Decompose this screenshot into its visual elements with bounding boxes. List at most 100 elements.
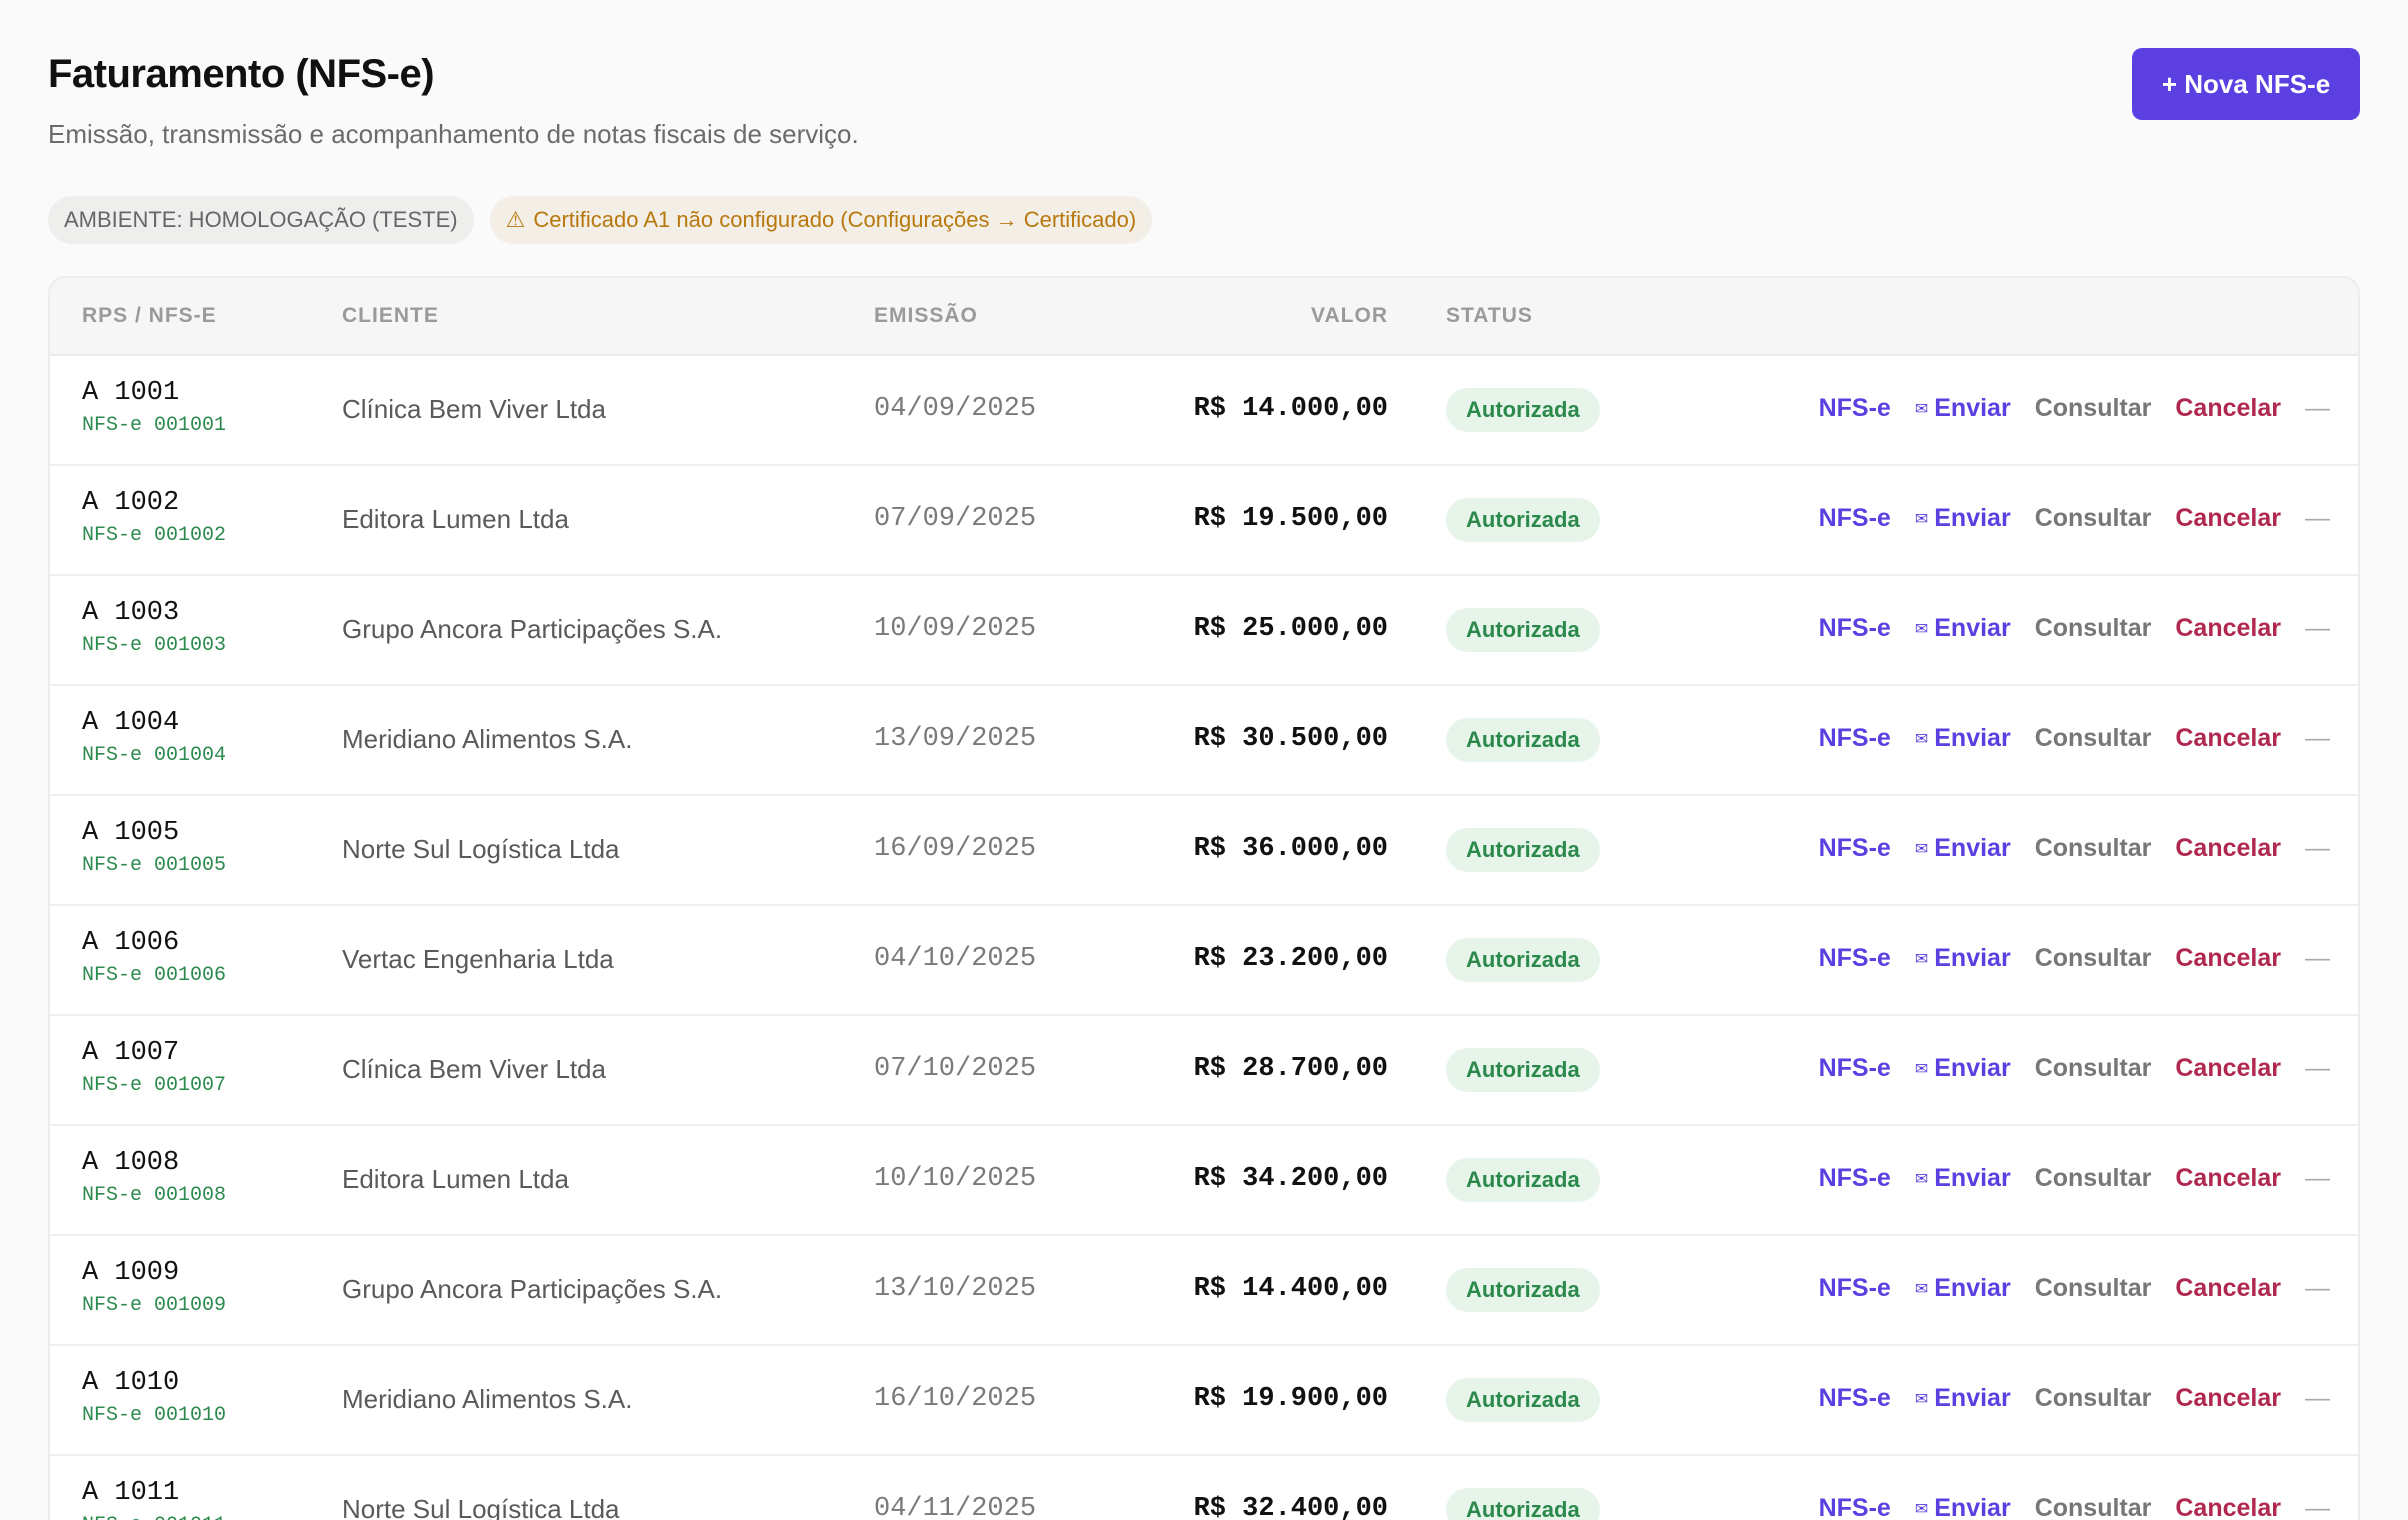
send-link[interactable]: ✉ Enviar [1915,1384,2011,1413]
consult-link[interactable]: Consultar [2035,504,2152,533]
more-icon[interactable]: — [2305,1384,2330,1413]
send-label: Enviar [1934,834,2011,862]
view-nfse-link[interactable]: NFS-e [1819,614,1891,643]
consult-link[interactable]: Consultar [2035,724,2152,753]
invoice-value: R$ 28.700,00 [1193,1054,1388,1084]
view-nfse-link[interactable]: NFS-e [1819,504,1891,533]
client-name: Clínica Bem Viver Ltda [342,1054,606,1084]
cancel-link[interactable]: Cancelar [2175,944,2281,973]
table-row[interactable]: A 1002 NFS-e 001002 Editora Lumen Ltda 0… [50,466,2358,576]
more-icon[interactable]: — [2305,1274,2330,1303]
row-actions: NFS-e ✉ Enviar Consultar Cancelar — [1819,504,2330,533]
more-icon[interactable]: — [2305,1494,2330,1520]
consult-link[interactable]: Consultar [2035,614,2152,643]
consult-link[interactable]: Consultar [2035,944,2152,973]
invoice-value: R$ 36.000,00 [1193,834,1388,864]
more-icon[interactable]: — [2305,394,2330,423]
mail-icon: ✉ [1914,400,1929,418]
cancel-link[interactable]: Cancelar [2175,504,2281,533]
table-row[interactable]: A 1009 NFS-e 001009 Grupo Ancora Partici… [50,1236,2358,1346]
status-badge: Autorizada [1446,1378,1600,1422]
more-icon[interactable]: — [2305,724,2330,753]
rps-number: A 1010 [82,1368,180,1398]
send-link[interactable]: ✉ Enviar [1915,504,2011,533]
view-nfse-link[interactable]: NFS-e [1819,394,1891,423]
row-actions: NFS-e ✉ Enviar Consultar Cancelar — [1819,834,2330,863]
more-icon[interactable]: — [2305,1164,2330,1193]
column-header-date[interactable]: EMISSÃO [874,304,978,328]
cancel-link[interactable]: Cancelar [2175,1054,2281,1083]
consult-link[interactable]: Consultar [2035,1274,2152,1303]
more-icon[interactable]: — [2305,834,2330,863]
table-row[interactable]: A 1011 NFS-e 001011 Norte Sul Logística … [50,1456,2358,1520]
rps-number: A 1006 [82,928,180,958]
table-row[interactable]: A 1001 NFS-e 001001 Clínica Bem Viver Lt… [50,356,2358,466]
send-link[interactable]: ✉ Enviar [1915,944,2011,973]
consult-link[interactable]: Consultar [2035,394,2152,423]
view-nfse-link[interactable]: NFS-e [1819,1384,1891,1413]
consult-link[interactable]: Consultar [2035,834,2152,863]
cancel-link[interactable]: Cancelar [2175,1274,2281,1303]
send-link[interactable]: ✉ Enviar [1915,1494,2011,1520]
cancel-link[interactable]: Cancelar [2175,1494,2281,1520]
send-link[interactable]: ✉ Enviar [1915,1274,2011,1303]
cancel-link[interactable]: Cancelar [2175,724,2281,753]
new-nfse-button[interactable]: + Nova NFS-e [2132,48,2360,120]
send-link[interactable]: ✉ Enviar [1915,834,2011,863]
column-header-client[interactable]: CLIENTE [342,304,439,328]
cancel-link[interactable]: Cancelar [2175,394,2281,423]
table-row[interactable]: A 1007 NFS-e 001007 Clínica Bem Viver Lt… [50,1016,2358,1126]
view-nfse-link[interactable]: NFS-e [1819,1164,1891,1193]
invoices-table: RPS / NFS-E CLIENTE EMISSÃO VALOR STATUS… [48,276,2360,1520]
table-row[interactable]: A 1008 NFS-e 001008 Editora Lumen Ltda 1… [50,1126,2358,1236]
rps-number: A 1001 [82,378,180,408]
rps-cell: A 1011 NFS-e 001011 [82,1478,226,1520]
consult-link[interactable]: Consultar [2035,1384,2152,1413]
send-link[interactable]: ✉ Enviar [1915,614,2011,643]
view-nfse-link[interactable]: NFS-e [1819,1054,1891,1083]
view-nfse-link[interactable]: NFS-e [1819,834,1891,863]
view-nfse-link[interactable]: NFS-e [1819,724,1891,753]
send-link[interactable]: ✉ Enviar [1915,1054,2011,1083]
mail-icon: ✉ [1914,620,1929,638]
certificate-warning-badge[interactable]: ⚠ Certificado A1 não configurado (Config… [489,196,1153,244]
status-badge: Autorizada [1446,1488,1600,1520]
consult-link[interactable]: Consultar [2035,1054,2152,1083]
column-header-status[interactable]: STATUS [1446,304,1533,328]
send-link[interactable]: ✉ Enviar [1915,1164,2011,1193]
cancel-link[interactable]: Cancelar [2175,1384,2281,1413]
table-row[interactable]: A 1005 NFS-e 001005 Norte Sul Logística … [50,796,2358,906]
more-icon[interactable]: — [2305,614,2330,643]
send-link[interactable]: ✉ Enviar [1915,394,2011,423]
consult-link[interactable]: Consultar [2035,1164,2152,1193]
column-header-value[interactable]: VALOR [1311,304,1388,328]
column-header-rps[interactable]: RPS / NFS-E [82,304,217,328]
status-badge: Autorizada [1446,1268,1600,1312]
rps-cell: A 1005 NFS-e 001005 [82,818,226,877]
nfse-number: NFS-e 001001 [82,414,227,437]
more-icon[interactable]: — [2305,504,2330,533]
view-nfse-link[interactable]: NFS-e [1819,1274,1891,1303]
invoice-value: R$ 14.400,00 [1193,1274,1388,1304]
row-actions: NFS-e ✉ Enviar Consultar Cancelar — [1819,944,2330,973]
nfse-number: NFS-e 001007 [82,1074,227,1097]
row-actions: NFS-e ✉ Enviar Consultar Cancelar — [1819,1494,2330,1520]
table-body: A 1001 NFS-e 001001 Clínica Bem Viver Lt… [50,356,2358,1520]
table-row[interactable]: A 1006 NFS-e 001006 Vertac Engenharia Lt… [50,906,2358,1016]
issue-date: 10/10/2025 [874,1164,1037,1194]
page-subtitle: Emissão, transmissão e acompanhamento de… [48,119,859,149]
table-row[interactable]: A 1010 NFS-e 001010 Meridiano Alimentos … [50,1346,2358,1456]
cancel-link[interactable]: Cancelar [2175,834,2281,863]
table-row[interactable]: A 1004 NFS-e 001004 Meridiano Alimentos … [50,686,2358,796]
table-row[interactable]: A 1003 NFS-e 001003 Grupo Ancora Partici… [50,576,2358,686]
view-nfse-link[interactable]: NFS-e [1819,1494,1891,1520]
more-icon[interactable]: — [2305,944,2330,973]
nfse-number: NFS-e 001003 [82,634,227,657]
cancel-link[interactable]: Cancelar [2175,1164,2281,1193]
cancel-link[interactable]: Cancelar [2175,614,2281,643]
more-icon[interactable]: — [2305,1054,2330,1083]
consult-link[interactable]: Consultar [2035,1494,2152,1520]
send-link[interactable]: ✉ Enviar [1915,724,2011,753]
view-nfse-link[interactable]: NFS-e [1819,944,1891,973]
send-label: Enviar [1934,614,2011,642]
